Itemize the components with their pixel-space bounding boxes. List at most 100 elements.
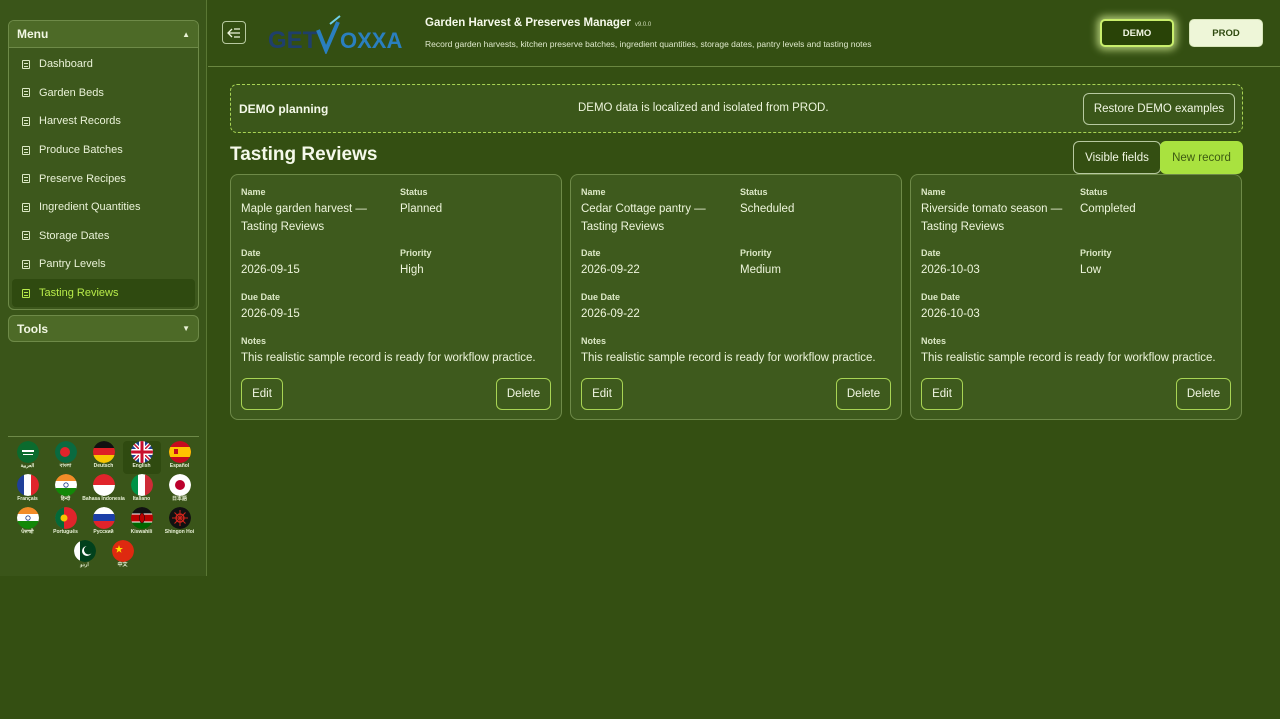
language-label: বাংলা bbox=[59, 463, 72, 469]
language-spanish[interactable]: Español bbox=[161, 441, 199, 474]
sidebar-item-label: Tasting Reviews bbox=[39, 287, 119, 300]
language-portuguese[interactable]: Português bbox=[47, 507, 85, 540]
sidebar-item-produce-batches[interactable]: Produce Batches bbox=[12, 136, 195, 165]
prod-env-button[interactable]: PROD bbox=[1189, 19, 1263, 47]
svg-text:OXXA: OXXA bbox=[340, 28, 402, 53]
document-icon bbox=[22, 231, 30, 241]
app-title-text: Garden Harvest & Preserves Manager bbox=[425, 17, 631, 29]
record-name-line: Tasting Reviews bbox=[921, 220, 1005, 233]
svg-text:GET: GET bbox=[268, 27, 318, 54]
delete-button[interactable]: Delete bbox=[1176, 378, 1231, 410]
record-date: 2026-09-22 bbox=[581, 264, 640, 276]
field-label-date: Date bbox=[921, 248, 941, 258]
sidebar-item-label: Pantry Levels bbox=[39, 258, 106, 271]
language-german[interactable]: Deutsch bbox=[85, 441, 123, 474]
language-punjabi[interactable]: ਪੰਜਾਬੀ bbox=[9, 507, 47, 540]
demo-env-button[interactable]: DEMO bbox=[1100, 19, 1174, 47]
field-label-date: Date bbox=[241, 248, 261, 258]
field-label-due-date: Due Date bbox=[921, 292, 961, 302]
language-chinese[interactable]: 中文 bbox=[104, 540, 142, 573]
flag-kenya-icon bbox=[130, 507, 153, 529]
language-italian[interactable]: Italiano bbox=[123, 474, 161, 507]
document-icon bbox=[22, 288, 30, 298]
collapse-sidebar-icon bbox=[227, 27, 240, 38]
delete-button[interactable]: Delete bbox=[496, 378, 551, 410]
language-label: Português bbox=[53, 529, 78, 535]
field-label-priority: Priority bbox=[400, 248, 432, 258]
language-swahili[interactable]: Kiswahili bbox=[123, 507, 161, 540]
record-status: Scheduled bbox=[740, 203, 795, 215]
sidebar-item-storage-dates[interactable]: Storage Dates bbox=[12, 222, 195, 251]
sidebar-item-tasting-reviews[interactable]: Tasting Reviews bbox=[12, 278, 195, 308]
sidebar-item-harvest-records[interactable]: Harvest Records bbox=[12, 107, 195, 136]
flag-uk-icon bbox=[130, 441, 153, 463]
language-russian[interactable]: Русский bbox=[85, 507, 123, 540]
language-switcher: العربية বাংলা Deutsch English Español Fr… bbox=[8, 441, 199, 573]
language-hindi[interactable]: हिन्दी bbox=[47, 474, 85, 507]
sidebar-item-dashboard[interactable]: Dashboard bbox=[12, 50, 195, 79]
menu-header[interactable]: Menu ▲ bbox=[9, 21, 198, 48]
flag-france-icon bbox=[16, 474, 39, 496]
flag-china-icon bbox=[111, 540, 134, 562]
sidebar-item-garden-beds[interactable]: Garden Beds bbox=[12, 79, 195, 108]
record-date: 2026-09-15 bbox=[241, 264, 300, 276]
record-status: Planned bbox=[400, 203, 443, 215]
language-label: Kiswahili bbox=[130, 529, 153, 535]
tools-header[interactable]: Tools ▼ bbox=[8, 315, 199, 342]
sidebar-item-label: Dashboard bbox=[39, 58, 93, 71]
page-title: Tasting Reviews bbox=[230, 144, 378, 165]
sidebar-item-label: Preserve Recipes bbox=[39, 172, 126, 185]
flag-germany-icon bbox=[92, 441, 115, 463]
sidebar-item-label: Storage Dates bbox=[39, 229, 110, 242]
record-due-date: 2026-10-03 bbox=[921, 308, 980, 320]
field-label-status: Status bbox=[1080, 187, 1108, 197]
record-name-line: Tasting Reviews bbox=[581, 220, 665, 233]
app-header: GET OXXA Garden Harvest & Preserves Mana… bbox=[208, 0, 1280, 67]
language-french[interactable]: Français bbox=[9, 474, 47, 507]
flag-india-icon bbox=[54, 474, 77, 496]
sidebar-item-ingredient-quantities[interactable]: Ingredient Quantities bbox=[12, 193, 195, 222]
delete-button[interactable]: Delete bbox=[836, 378, 891, 410]
language-label: Français bbox=[17, 496, 38, 502]
language-arabic[interactable]: العربية bbox=[9, 441, 47, 474]
flag-russia-icon bbox=[92, 507, 115, 529]
language-label: English bbox=[132, 463, 151, 469]
sidebar-item-pantry-levels[interactable]: Pantry Levels bbox=[12, 250, 195, 279]
document-icon bbox=[22, 88, 30, 98]
language-label: Shingon Hoi bbox=[164, 529, 195, 535]
demo-banner: DEMO planning DEMO data is localized and… bbox=[230, 84, 1243, 133]
record-priority: Low bbox=[1080, 264, 1102, 276]
language-urdu[interactable]: اردو bbox=[66, 540, 104, 573]
field-label-name: Name bbox=[241, 187, 266, 197]
language-shingon-hoi[interactable]: Shingon Hoi bbox=[161, 507, 199, 540]
language-label: हिन्दी bbox=[60, 496, 71, 502]
language-label: Español bbox=[169, 463, 190, 469]
language-label: 日本語 bbox=[171, 496, 187, 502]
language-indonesian[interactable]: Bahasa Indonesia bbox=[82, 474, 125, 507]
sidebar-item-preserve-recipes[interactable]: Preserve Recipes bbox=[12, 164, 195, 193]
visible-fields-button[interactable]: Visible fields bbox=[1073, 141, 1161, 174]
new-record-button[interactable]: New record bbox=[1160, 141, 1243, 174]
emblem-icon bbox=[168, 507, 191, 529]
menu-title: Menu bbox=[17, 27, 49, 41]
restore-demo-button[interactable]: Restore DEMO examples bbox=[1083, 93, 1235, 125]
record-name-line: Riverside tomato season — bbox=[921, 203, 1063, 215]
language-japanese[interactable]: 日本語 bbox=[161, 474, 199, 507]
language-label: Bahasa Indonesia bbox=[82, 496, 125, 502]
record-card: Name Status Maple garden harvest — Tastin… bbox=[230, 174, 562, 420]
record-name: Maple garden harvest — Tasting Reviews bbox=[241, 201, 367, 236]
edit-button[interactable]: Edit bbox=[921, 378, 963, 410]
flag-india-icon bbox=[16, 507, 39, 529]
record-priority: High bbox=[400, 264, 424, 276]
collapse-sidebar-button[interactable] bbox=[222, 21, 246, 44]
language-english[interactable]: English bbox=[122, 441, 161, 474]
flag-japan-icon bbox=[168, 474, 191, 496]
language-bengali[interactable]: বাংলা bbox=[47, 441, 85, 474]
field-label-name: Name bbox=[581, 187, 606, 197]
edit-button[interactable]: Edit bbox=[581, 378, 623, 410]
field-label-status: Status bbox=[400, 187, 428, 197]
document-icon bbox=[22, 174, 30, 184]
edit-button[interactable]: Edit bbox=[241, 378, 283, 410]
record-due-date: 2026-09-22 bbox=[581, 308, 640, 320]
app-version: v9.0.0 bbox=[634, 22, 652, 28]
